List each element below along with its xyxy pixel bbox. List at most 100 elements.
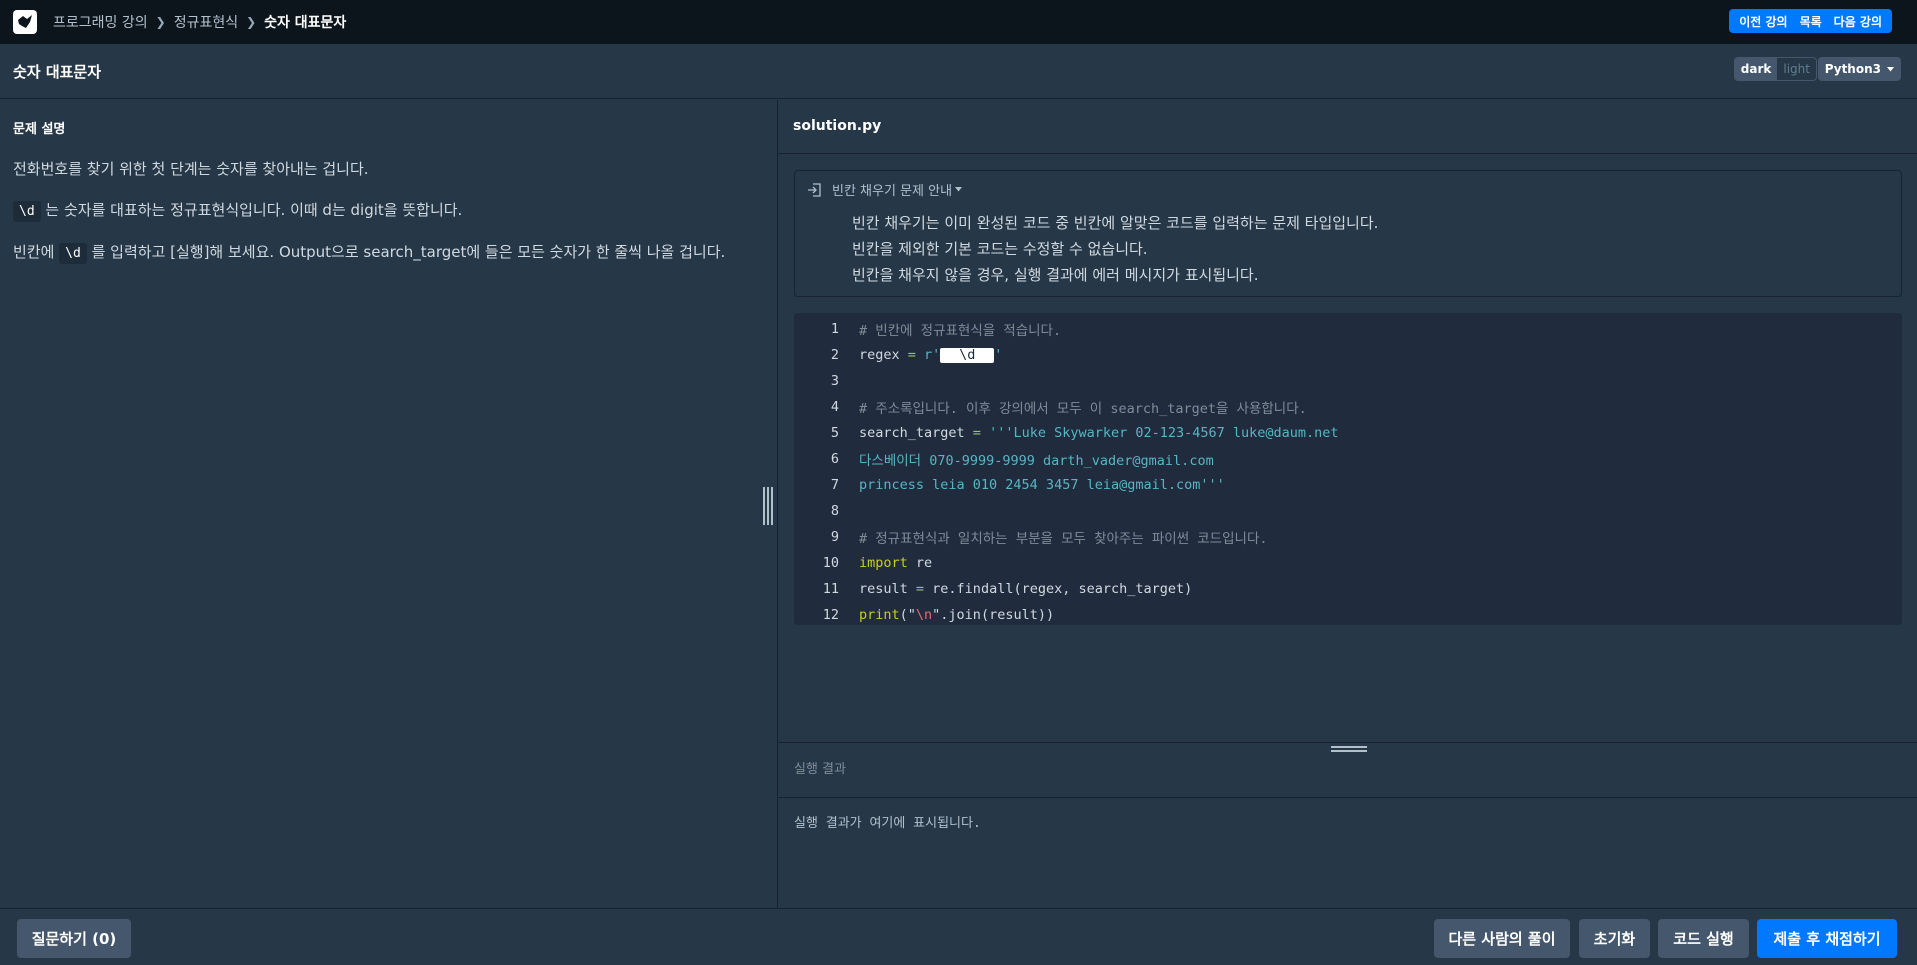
line-number: 11 (822, 581, 839, 597)
code-line: 1 # 빈칸에 정규표현식을 적습니다. (794, 316, 1902, 342)
code-keyword: import (859, 555, 908, 571)
code-escape: \n (915, 607, 933, 623)
code-token: regex (859, 347, 900, 363)
paragraph-text: 는 숫자를 대표하는 정규표현식입니다. 이때 d는 digit을 뜻합니다. (40, 201, 463, 219)
line-number: 1 (830, 321, 839, 337)
language-select[interactable]: Python3 (1817, 57, 1901, 81)
lesson-nav-group: 이전 강의 목록 다음 강의 (1729, 9, 1892, 33)
line-number: 3 (830, 373, 839, 389)
code-line: 12 print("\n".join(result)) (794, 602, 1902, 628)
code-line: 10 import re (794, 550, 1902, 576)
code-line: 5 search_target = '''Luke Skywarker 02-12… (794, 420, 1902, 446)
hint-line: 빈칸을 제외한 기본 코드는 수정할 수 없습니다. (852, 240, 1148, 258)
breadcrumb-item-current: 숫자 대표문자 (264, 15, 347, 31)
problem-heading: 문제 설명 (13, 122, 66, 137)
login-box-icon (808, 182, 821, 197)
chevron-right-icon: ❯ (155, 15, 166, 29)
code-string: princess leia 010 2454 3457 leia@gmail.c… (859, 477, 1225, 493)
line-number: 12 (822, 607, 839, 623)
lesson-list-button[interactable]: 목록 (1794, 13, 1828, 30)
theme-light-option[interactable]: light (1777, 58, 1816, 80)
code-token: (" (899, 607, 916, 623)
file-name: solution.py (793, 118, 882, 134)
editor-panel: solution.py 빈칸 채우기 문제 안내 빈칸 채우기는 이미 완성된 … (777, 100, 1917, 908)
run-code-button[interactable]: 코드 실행 (1658, 919, 1749, 958)
code-string: '''Luke Skywarker 02-123-4567 luke@daum.… (989, 425, 1339, 441)
next-lesson-button[interactable]: 다음 강의 (1828, 13, 1888, 30)
caret-down-icon (1887, 66, 1894, 71)
problem-paragraph-1: 전화번호를 찾기 위한 첫 단계는 숫자를 찾아내는 겁니다. (13, 160, 369, 178)
ask-question-button[interactable]: 질문하기 (0) (17, 919, 131, 958)
title-bar: 숫자 대표문자 dark light Python3 (0, 44, 1917, 99)
divider (778, 742, 1917, 743)
line-number: 10 (822, 555, 839, 571)
paragraph-text: 빈칸에 (13, 243, 60, 261)
line-number: 9 (830, 529, 839, 545)
inline-code: \d (13, 201, 41, 222)
code-operator: = (907, 581, 933, 597)
hint-line: 빈칸을 채우지 않을 경우, 실행 결과에 에러 메시지가 표시됩니다. (852, 266, 1259, 284)
code-token: search_target (859, 425, 965, 441)
breadcrumb-item-lectures[interactable]: 프로그래밍 강의 (53, 12, 148, 32)
paragraph-text: 를 입력하고 [실행]해 보세요. Output으로 search_target… (86, 243, 726, 261)
problem-description: 전화번호를 찾기 위한 첫 단계는 숫자를 찾아내는 겁니다. \d 는 숫자를… (13, 155, 733, 280)
result-resize-handle[interactable] (1331, 745, 1367, 755)
code-string: ' (994, 347, 1003, 363)
programmers-logo-icon[interactable] (13, 10, 37, 34)
problem-paragraph-3: 빈칸에 \d 를 입력하고 [실행]해 보세요. Output으로 search… (13, 238, 733, 268)
hint-toggle[interactable]: 빈칸 채우기 문제 안내 (807, 180, 963, 199)
code-line: 4 # 주소록입니다. 이후 강의에서 모두 이 search_target을 사… (794, 394, 1902, 420)
code-line: 3 (794, 368, 1902, 394)
code-line: 2 regex = r' \d ' (794, 342, 1902, 368)
inline-code: \d (59, 243, 87, 264)
code-token: result (859, 581, 908, 597)
line-number: 7 (830, 477, 839, 493)
divider (778, 153, 1917, 154)
language-select-value: Python3 (1824, 62, 1881, 76)
breadcrumb: 프로그래밍 강의 ❯ 정규표현식 ❯ 숫자 대표문자 (53, 12, 346, 32)
other-solutions-button[interactable]: 다른 사람의 풀이 (1434, 919, 1570, 958)
reset-button[interactable]: 초기화 (1579, 919, 1650, 958)
result-label: 실행 결과 (794, 762, 846, 777)
caret-down-icon (955, 187, 963, 192)
code-string: 다스베이더 070-9999-9999 darth_vader@gmail.co… (859, 453, 1214, 469)
hint-line: 빈칸 채우기는 이미 완성된 코드 중 빈칸에 알맞은 코드를 입력하는 문제 … (852, 214, 1379, 232)
code-keyword: print (859, 607, 900, 623)
blank-fill-hint-box: 빈칸 채우기 문제 안내 빈칸 채우기는 이미 완성된 코드 중 빈칸에 알맞은… (794, 170, 1902, 297)
code-line: 9 # 정규표현식과 일치하는 부분을 모두 찾아주는 파이썬 코드입니다. (794, 524, 1902, 550)
problem-paragraph-2: \d 는 숫자를 대표하는 정규표현식입니다. 이때 d는 digit을 뜻합니… (13, 196, 733, 226)
code-comment: # 주소록입니다. 이후 강의에서 모두 이 search_target을 사용… (859, 401, 1307, 417)
line-number: 5 (830, 425, 839, 441)
theme-dark-option[interactable]: dark (1734, 58, 1778, 80)
result-output: 실행 결과가 여기에 표시됩니다. (794, 816, 981, 831)
hint-lines: 빈칸 채우기는 이미 완성된 코드 중 빈칸에 알맞은 코드를 입력하는 문제 … (852, 210, 1378, 288)
blank-input[interactable]: \d (940, 348, 995, 363)
breadcrumb-item-regex[interactable]: 정규표현식 (174, 12, 238, 32)
divider (778, 797, 1917, 798)
code-string: r' (924, 347, 941, 363)
theme-toggle: dark light (1733, 57, 1817, 81)
line-number: 8 (830, 503, 839, 519)
page-title: 숫자 대표문자 (13, 62, 102, 81)
code-token: re.findall(regex, search_target) (932, 581, 1193, 597)
top-navigation-bar: 프로그래밍 강의 ❯ 정규표현식 ❯ 숫자 대표문자 이전 강의 목록 다음 강… (0, 0, 1917, 44)
code-line: 6 다스베이더 070-9999-9999 darth_vader@gmail.c… (794, 446, 1902, 472)
line-number: 4 (830, 399, 839, 415)
submit-button[interactable]: 제출 후 채점하기 (1757, 919, 1897, 958)
code-token: re (907, 555, 933, 571)
code-editor[interactable]: 1 # 빈칸에 정규표현식을 적습니다. 2 regex = r' \d ' 3 4 # … (794, 313, 1902, 625)
code-operator: = (899, 347, 925, 363)
line-number: 2 (830, 347, 839, 363)
code-comment: # 정규표현식과 일치하는 부분을 모두 찾아주는 파이썬 코드입니다. (859, 531, 1268, 547)
panel-resize-handle[interactable] (763, 487, 773, 525)
prev-lesson-button[interactable]: 이전 강의 (1733, 13, 1793, 30)
code-comment: # 빈칸에 정규표현식을 적습니다. (859, 323, 1062, 339)
bottom-action-bar: 질문하기 (0) 다른 사람의 풀이 초기화 코드 실행 제출 후 채점하기 (0, 908, 1917, 965)
code-line: 8 (794, 498, 1902, 524)
code-line: 11 result = re.findall(regex, search_targ… (794, 576, 1902, 602)
chevron-right-icon: ❯ (246, 15, 257, 29)
hint-title: 빈칸 채우기 문제 안내 (832, 184, 953, 199)
line-number: 6 (830, 451, 839, 467)
problem-panel: 문제 설명 전화번호를 찾기 위한 첫 단계는 숫자를 찾아내는 겁니다. \d… (0, 100, 776, 908)
code-line: 7 princess leia 010 2454 3457 leia@gmail.… (794, 472, 1902, 498)
